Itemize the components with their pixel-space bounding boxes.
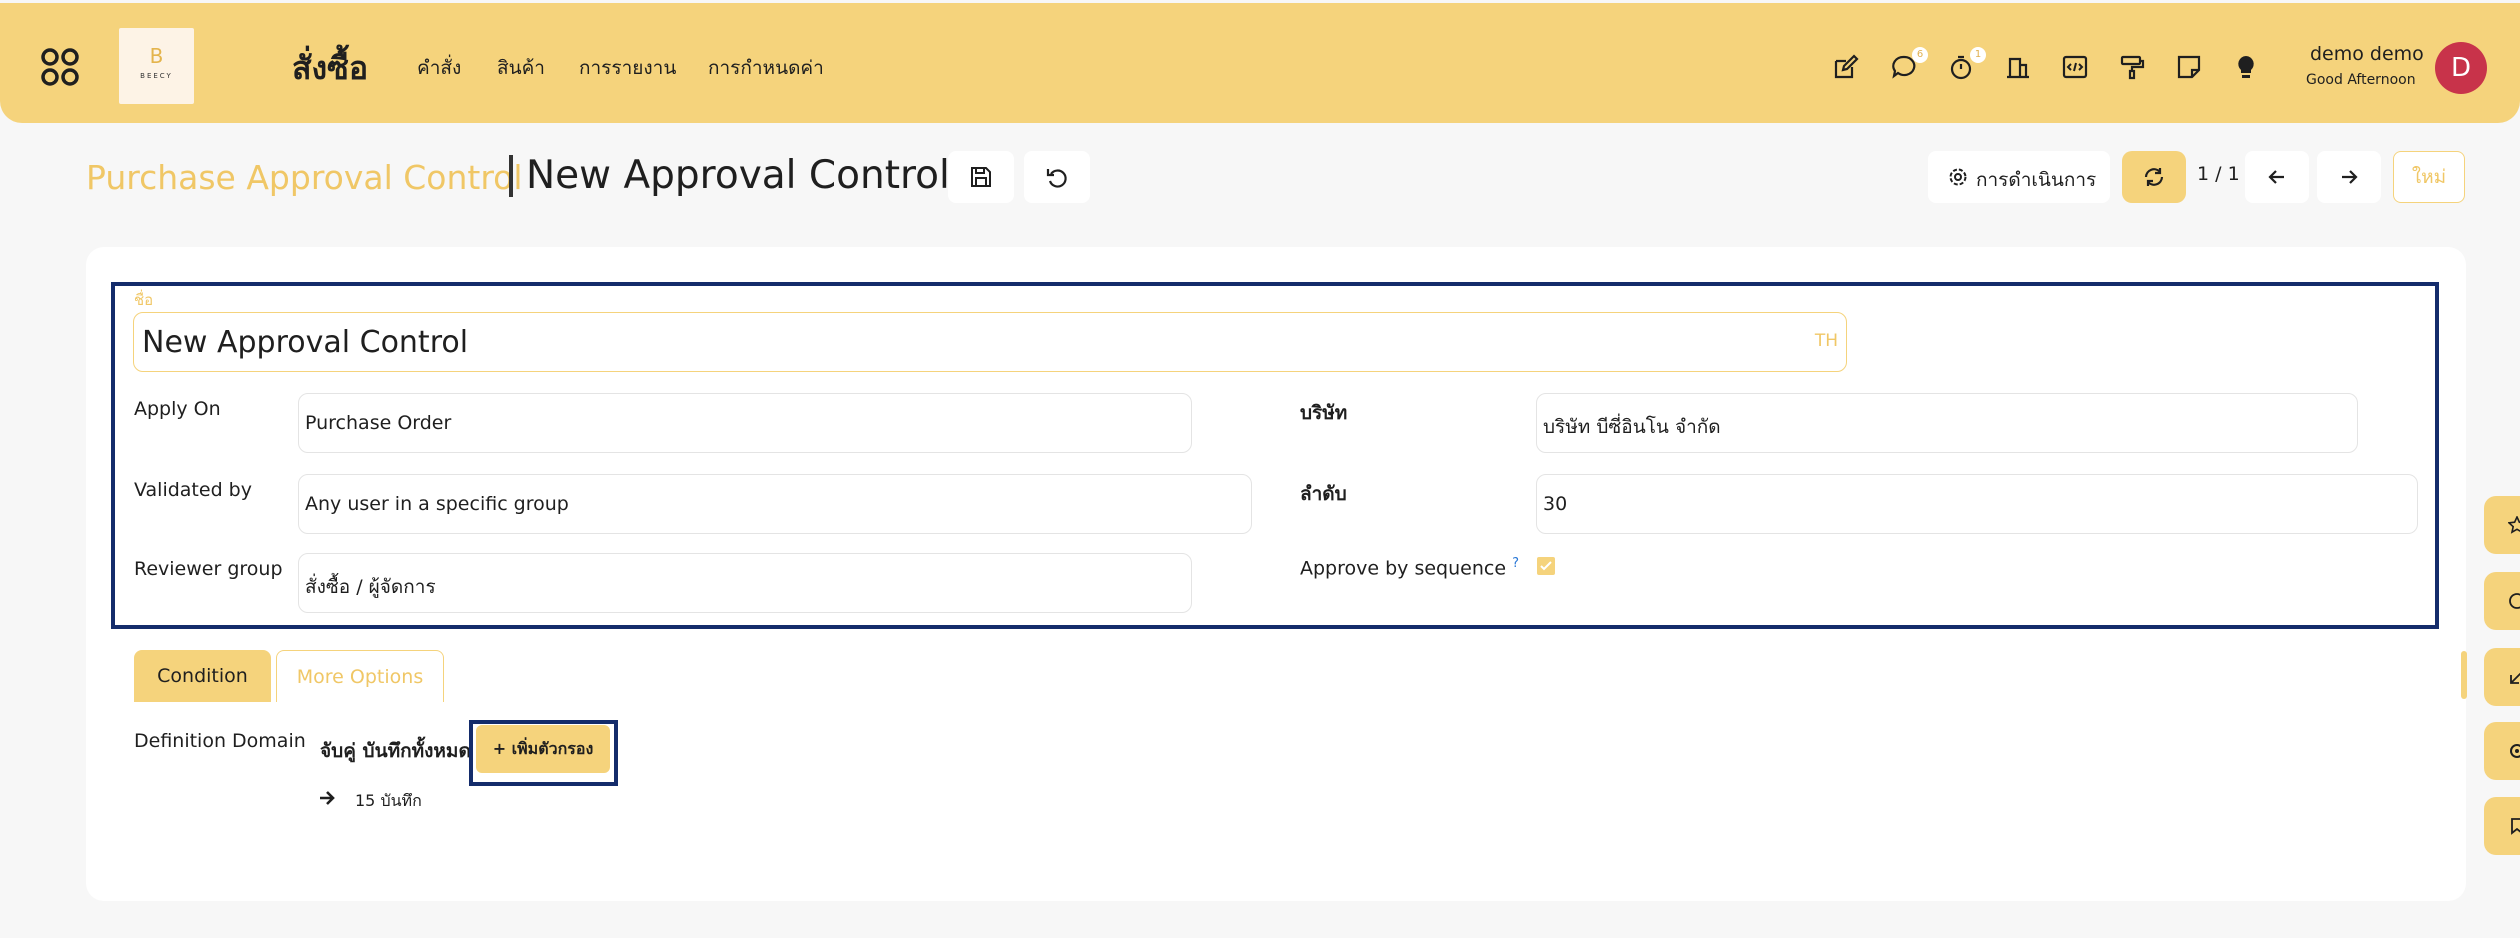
save-icon xyxy=(971,167,991,187)
reviewer-group-value: สั่งซื้อ / ผู้จัดการ xyxy=(305,576,436,598)
company-label: บริษัท xyxy=(1300,402,1348,424)
apply-on-label: Apply On xyxy=(134,398,221,420)
note-icon[interactable] xyxy=(2175,53,2203,81)
definition-domain-label: Definition Domain xyxy=(134,730,306,752)
paint-roller-icon[interactable] xyxy=(2118,53,2146,81)
refresh-button[interactable] xyxy=(2122,151,2186,203)
user-name[interactable]: demo demo xyxy=(2310,43,2424,65)
apply-on-value: Purchase Order xyxy=(305,412,452,434)
pager-value[interactable]: 1 / 1 xyxy=(2197,163,2240,185)
top-navbar: B BEECY สั่งซื้อ คำสั่ง สินค้า การรายงาน… xyxy=(0,3,2520,123)
reviewer-group-label: Reviewer group xyxy=(134,558,283,580)
edit-icon[interactable] xyxy=(1832,53,1860,81)
lightbulb-icon[interactable] xyxy=(2232,53,2260,81)
discard-button[interactable] xyxy=(1024,151,1090,203)
reviewer-group-field[interactable]: สั่งซื้อ / ผู้จัดการ xyxy=(298,553,1192,613)
validated-by-field[interactable]: Any user in a specific group xyxy=(298,474,1252,534)
chat-icon xyxy=(2509,593,2520,609)
apply-on-field[interactable]: Purchase Order xyxy=(298,393,1192,453)
approve-by-sequence-label: Approve by sequence xyxy=(1300,557,1507,580)
menu-item-reporting[interactable]: การรายงาน xyxy=(579,53,676,83)
breadcrumb-parent[interactable]: Purchase Approval Control xyxy=(86,158,523,197)
messages-badge: 6 xyxy=(1912,47,1928,63)
activity-badge: 1 xyxy=(1970,47,1986,63)
avatar[interactable]: D xyxy=(2435,42,2487,94)
side-tab-minimize[interactable] xyxy=(2484,648,2520,706)
action-menu-label: การดำเนินการ xyxy=(1976,169,2097,191)
arrow-right-icon[interactable] xyxy=(318,789,336,807)
record-count-link[interactable]: 15 บันทึก xyxy=(355,789,422,814)
company-value: บริษัท บีซี่อินโน จำกัด xyxy=(1543,416,1721,438)
user-greeting: Good Afternoon xyxy=(2306,72,2416,88)
company-field[interactable]: บริษัท บีซี่อินโน จำกัด xyxy=(1536,393,2358,453)
gear-icon xyxy=(1949,168,1967,186)
arrow-right-icon xyxy=(2342,170,2358,184)
logo-text: BEECY xyxy=(140,72,173,80)
company-switch-icon[interactable] xyxy=(2004,53,2032,81)
tab-condition[interactable]: Condition xyxy=(134,650,271,702)
checkmark-icon xyxy=(1540,561,1552,571)
previous-record-button[interactable] xyxy=(2245,151,2309,203)
sequence-value: 30 xyxy=(1543,493,1568,515)
domain-match-text: จับคู่ บันทึกทั้งหมด xyxy=(320,740,471,762)
arrow-left-icon xyxy=(2268,170,2284,184)
company-logo[interactable]: B BEECY xyxy=(119,28,194,104)
menu-item-orders[interactable]: คำสั่ง xyxy=(417,53,461,83)
name-field[interactable]: New Approval Control TH xyxy=(133,312,1847,372)
menu-item-products[interactable]: สินค้า xyxy=(497,53,545,83)
add-filter-button[interactable]: + เพิ่มตัวกรอง xyxy=(476,725,610,773)
app-title[interactable]: สั่งซื้อ xyxy=(292,43,368,94)
side-tab-chat[interactable] xyxy=(2484,572,2520,630)
side-tab-favorite[interactable] xyxy=(2484,496,2520,554)
next-record-button[interactable] xyxy=(2317,151,2381,203)
bookmark-icon xyxy=(2511,818,2520,835)
name-value: New Approval Control xyxy=(142,325,469,360)
approve-by-sequence-checkbox[interactable] xyxy=(1537,557,1555,575)
validated-by-label: Validated by xyxy=(134,479,252,501)
code-icon[interactable] xyxy=(2061,53,2089,81)
page-title: New Approval Control xyxy=(526,153,950,198)
arrow-down-left-icon xyxy=(2510,672,2520,684)
apps-menu-icon[interactable] xyxy=(40,47,80,87)
logo-letter: B xyxy=(149,44,164,68)
undo-icon xyxy=(1046,169,1067,188)
scroll-marker xyxy=(2461,651,2467,699)
menu-item-configuration[interactable]: การกำหนดค่า xyxy=(708,53,824,83)
breadcrumb-separator xyxy=(509,155,513,197)
name-label: ชื่อ xyxy=(134,291,154,309)
approve-by-sequence-label-wrap: Approve by sequence ? xyxy=(1300,556,1519,579)
side-tab-bookmark[interactable] xyxy=(2484,797,2520,855)
sequence-field[interactable]: 30 xyxy=(1536,474,2418,534)
new-record-button[interactable]: ใหม่ xyxy=(2393,151,2465,203)
language-toggle[interactable]: TH xyxy=(1815,331,1838,351)
validated-by-value: Any user in a specific group xyxy=(305,493,569,515)
save-button[interactable] xyxy=(948,151,1014,203)
help-tooltip-icon[interactable]: ? xyxy=(1512,556,1519,571)
side-tab-settings[interactable] xyxy=(2484,722,2520,780)
sequence-label: ลำดับ xyxy=(1300,483,1347,505)
action-menu-button[interactable]: การดำเนินการ xyxy=(1928,151,2110,203)
tab-more-options[interactable]: More Options xyxy=(276,650,444,702)
star-icon xyxy=(2508,516,2520,534)
settings-icon xyxy=(2510,744,2520,758)
refresh-icon xyxy=(2144,168,2164,186)
